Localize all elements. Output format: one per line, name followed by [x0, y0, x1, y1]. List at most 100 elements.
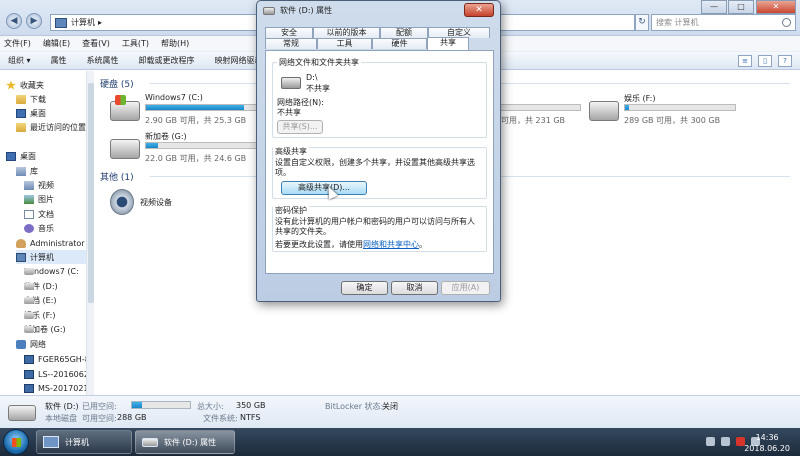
refresh-icon[interactable]: ↻: [635, 14, 649, 31]
nav-downloads[interactable]: 下载: [16, 92, 46, 106]
nav-network[interactable]: 网络: [16, 337, 46, 351]
password-change-suffix: 。: [419, 240, 427, 249]
nav-label: 收藏夹: [20, 80, 44, 90]
nav-music[interactable]: 音乐: [24, 221, 54, 235]
search-icon[interactable]: [782, 18, 791, 27]
nav-documents[interactable]: 文档: [24, 207, 54, 221]
group-header-hdd[interactable]: 硬盘 (5): [100, 77, 134, 90]
tab-quota[interactable]: 配额: [380, 27, 428, 38]
nav-computer[interactable]: 计算机: [16, 250, 86, 264]
apply-button[interactable]: 应用(A): [441, 281, 490, 295]
menu-help[interactable]: 帮助(H): [161, 38, 189, 49]
uninstall-button[interactable]: 卸载或更改程序: [139, 55, 195, 66]
document-icon: [24, 209, 34, 219]
dialog-close-button[interactable]: ✕: [464, 3, 494, 17]
nav-label: 视频: [38, 180, 54, 190]
video-device-tile[interactable]: 视频设备: [110, 189, 172, 215]
address-arrow[interactable]: ▸: [98, 18, 102, 27]
nav-user[interactable]: Administrator: [16, 236, 85, 250]
network-computer-icon: [24, 354, 34, 364]
taskbar-item-computer[interactable]: 计算机: [36, 430, 132, 454]
tab-tools[interactable]: 工具: [317, 38, 372, 49]
nav-desktop[interactable]: 桌面: [6, 149, 36, 163]
drive-size: 22.0 GB 可用，共 24.6 GB: [145, 154, 247, 163]
network-tray-icon[interactable]: [721, 437, 730, 446]
menu-tools[interactable]: 工具(T): [122, 38, 149, 49]
forward-button[interactable]: ▶: [26, 13, 42, 29]
address-segment-computer[interactable]: 计算机: [71, 17, 95, 28]
maximize-button[interactable]: □: [728, 0, 754, 14]
tab-sharing[interactable]: 共享: [427, 37, 469, 50]
nav-scrollbar[interactable]: [86, 71, 94, 395]
drive-usage-fill: [146, 105, 244, 110]
password-change-prefix: 若要更改此设置，请使用: [275, 240, 363, 249]
group-header-other[interactable]: 其他 (1): [100, 170, 134, 183]
details-drive-name: 软件 (D:): [45, 402, 79, 411]
ok-button[interactable]: 确定: [341, 281, 388, 295]
drive-icon: [263, 6, 275, 15]
share-button[interactable]: 共享(S)...: [277, 120, 323, 134]
drive-icon: [8, 405, 36, 421]
nav-drive-d[interactable]: 软件 (D:): [24, 279, 58, 293]
network-path-value: 不共享: [277, 108, 301, 117]
nav-drive-e[interactable]: 文档 (E:): [24, 293, 57, 307]
nav-label: 网络: [30, 339, 46, 349]
drive-usage-bar: [145, 142, 257, 149]
drive-tile-c[interactable]: Windows7 (C:) 2.90 GB 可用，共 25.3 GB: [110, 93, 270, 133]
show-hidden-icon[interactable]: [706, 437, 715, 446]
preview-pane-icon[interactable]: ▯: [758, 55, 772, 67]
details-usage-fill: [132, 402, 143, 408]
details-usage-bar: [131, 401, 191, 409]
nav-label: 计算机: [30, 252, 54, 262]
back-button[interactable]: ◀: [6, 13, 22, 29]
nav-net-pc-3[interactable]: MS-20170215: [24, 381, 93, 395]
nav-libraries[interactable]: 库: [16, 164, 38, 178]
nav-label: 最近访问的位置: [30, 122, 86, 132]
network-sharing-center-link[interactable]: 网络和共享中心: [363, 240, 419, 249]
nav-drive-g[interactable]: 新加卷 (G:): [24, 322, 66, 336]
view-options-icon[interactable]: ≡: [738, 55, 752, 67]
tab-general[interactable]: 常规: [265, 38, 317, 49]
nav-label: 桌面: [20, 151, 36, 161]
nav-favorites[interactable]: 收藏夹: [6, 78, 44, 92]
nav-recent[interactable]: 最近访问的位置: [16, 120, 86, 134]
taskbar: 计算机 软件 (D:) 属性 14:36 2018.06.20: [0, 428, 800, 456]
windows-drive-icon: [110, 95, 140, 121]
close-button[interactable]: ✕: [756, 0, 796, 14]
taskbar-item-properties[interactable]: 软件 (D:) 属性: [135, 430, 235, 454]
network-sharing-group: 网络文件和文件夹共享 D:\ 不共享 网络路径(N): 不共享 共享(S)...: [272, 57, 487, 138]
drive-tile-g[interactable]: 新加卷 (G:) 22.0 GB 可用，共 24.6 GB: [110, 131, 270, 171]
drive-tile-f[interactable]: 娱乐 (F:) 289 GB 可用，共 300 GB: [589, 93, 769, 133]
drive-usage-fill: [146, 143, 159, 148]
drive-usage-bar: [624, 104, 736, 111]
system-properties-button[interactable]: 系统属性: [87, 55, 119, 66]
nav-drive-c[interactable]: Windows7 (C:: [24, 264, 79, 278]
nav-net-pc-2[interactable]: LS--20160629: [24, 367, 93, 381]
tab-security[interactable]: 安全: [265, 27, 313, 38]
cancel-button[interactable]: 取消: [391, 281, 438, 295]
menu-file[interactable]: 文件(F): [4, 38, 31, 49]
tab-hardware[interactable]: 硬件: [372, 38, 427, 49]
nav-net-pc-1[interactable]: FGER65GH-8C: [24, 352, 93, 366]
minimize-button[interactable]: —: [701, 0, 727, 14]
menu-edit[interactable]: 编辑(E): [43, 38, 70, 49]
organize-button[interactable]: 组织 ▾: [8, 55, 31, 66]
clock[interactable]: 14:36 2018.06.20: [744, 432, 790, 454]
navigation-pane: 收藏夹 下载 桌面 最近访问的位置 桌面 库 视频 图片 文档 音乐 Admin…: [0, 71, 94, 395]
help-icon[interactable]: ?: [778, 55, 792, 67]
nav-pictures[interactable]: 图片: [24, 192, 54, 206]
tab-previous-versions[interactable]: 以前的版本: [313, 27, 380, 38]
properties-button[interactable]: 属性: [51, 55, 67, 66]
nav-drive-f[interactable]: 娱乐 (F:): [24, 308, 55, 322]
scroll-thumb[interactable]: [88, 83, 94, 303]
search-input[interactable]: 搜索 计算机: [651, 14, 796, 31]
drive-size: 可用，共 231 GB: [501, 116, 566, 125]
advanced-sharing-group: 高级共享 设置自定义权限，创建多个共享，并设置其他高级共享选项。 高级共享(D)…: [272, 146, 487, 199]
nav-videos[interactable]: 视频: [24, 178, 54, 192]
music-icon: [24, 223, 34, 233]
video-icon: [24, 180, 34, 190]
menu-view[interactable]: 查看(V): [82, 38, 110, 49]
nav-desktop-fav[interactable]: 桌面: [16, 106, 46, 120]
start-button[interactable]: [3, 429, 29, 455]
search-placeholder: 搜索 计算机: [656, 18, 699, 27]
